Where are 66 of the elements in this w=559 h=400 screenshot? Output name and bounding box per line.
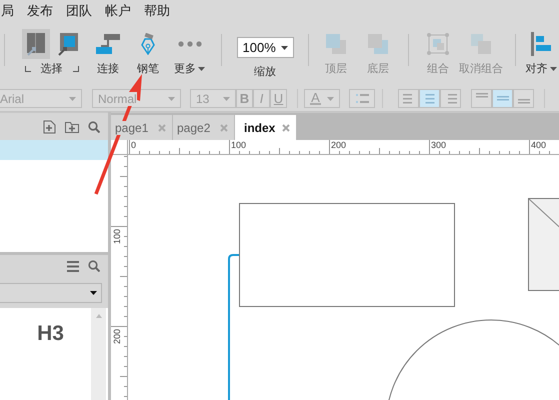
- send-back-icon: [367, 33, 389, 55]
- caret-icon: [280, 46, 288, 50]
- menu-icon: [67, 260, 79, 272]
- library-dropdown[interactable]: [0, 282, 102, 302]
- connect-button[interactable]: 连接: [88, 22, 128, 77]
- connector-icon: [96, 33, 120, 55]
- ruler-label: 0: [131, 140, 136, 150]
- ruler-label: 100: [231, 140, 246, 150]
- caret-icon: [69, 96, 76, 100]
- caret-icon: [168, 96, 175, 100]
- close-icon: [220, 124, 228, 132]
- toolbar-label: 缩放: [254, 64, 276, 79]
- page-row[interactable]: [0, 140, 108, 160]
- align-left-icon: [531, 32, 551, 56]
- vertical-align-icon: [476, 93, 488, 98]
- caret-icon: [198, 66, 205, 70]
- menu-item[interactable]: 帮助: [144, 2, 170, 20]
- pointer-square-icon: [56, 32, 78, 56]
- bullet-list-button[interactable]: [349, 89, 375, 108]
- menu-item[interactable]: 局: [1, 2, 14, 20]
- add-page-icon: [43, 120, 56, 134]
- bracket-icon: [24, 66, 30, 72]
- caret-icon: [90, 290, 97, 294]
- connector-line[interactable]: [228, 254, 239, 400]
- dots-icon: [178, 41, 202, 47]
- page-tab[interactable]: page2: [173, 115, 235, 140]
- search-icon: [88, 260, 100, 272]
- ruler-label: 200: [112, 328, 122, 344]
- ruler-label: 200: [331, 140, 346, 150]
- vertical-align-icon: [496, 96, 508, 101]
- text-align-icon: [402, 94, 414, 104]
- add-folder-icon: [65, 120, 79, 132]
- pointer-frame-icon: [24, 32, 46, 56]
- text-align-icon: [424, 94, 436, 104]
- menu-item[interactable]: 发布: [27, 2, 53, 20]
- page-tab[interactable]: index: [235, 115, 297, 140]
- toolbar-label: 选择: [40, 62, 62, 76]
- menu-item[interactable]: 团队: [66, 2, 92, 20]
- rectangle-shape[interactable]: [239, 203, 455, 307]
- image-placeholder[interactable]: [528, 198, 559, 291]
- menu-item[interactable]: 帐户: [105, 2, 131, 20]
- ruler-label: 300: [431, 140, 446, 150]
- caret-icon: [223, 96, 230, 100]
- close-icon: [158, 124, 166, 132]
- select-mode-button[interactable]: [22, 29, 50, 59]
- caret-icon: [327, 96, 334, 100]
- group-icon: [427, 33, 449, 55]
- caret-icon: [550, 66, 556, 70]
- more-button[interactable]: 更多: [168, 22, 211, 77]
- pen-nib-icon: [140, 33, 156, 55]
- bring-front-icon: [325, 33, 347, 55]
- page-tab[interactable]: page1: [111, 115, 173, 140]
- bracket-icon: [72, 66, 78, 72]
- align-button[interactable]: 对齐: [526, 22, 556, 77]
- scrollbar[interactable]: [91, 308, 106, 400]
- ruler-label: 100: [112, 228, 122, 244]
- vertical-align-icon: [518, 99, 530, 104]
- pen-button[interactable]: 钢笔: [128, 22, 168, 77]
- ruler-label: 400: [531, 140, 546, 150]
- scroll-up-icon: [96, 314, 102, 318]
- ungroup-icon: [470, 33, 492, 55]
- zoom-dropdown[interactable]: 100%: [236, 37, 294, 58]
- close-icon: [282, 124, 290, 132]
- list-icon: [356, 94, 368, 103]
- search-icon: [88, 120, 100, 132]
- library-item[interactable]: H3: [37, 322, 64, 400]
